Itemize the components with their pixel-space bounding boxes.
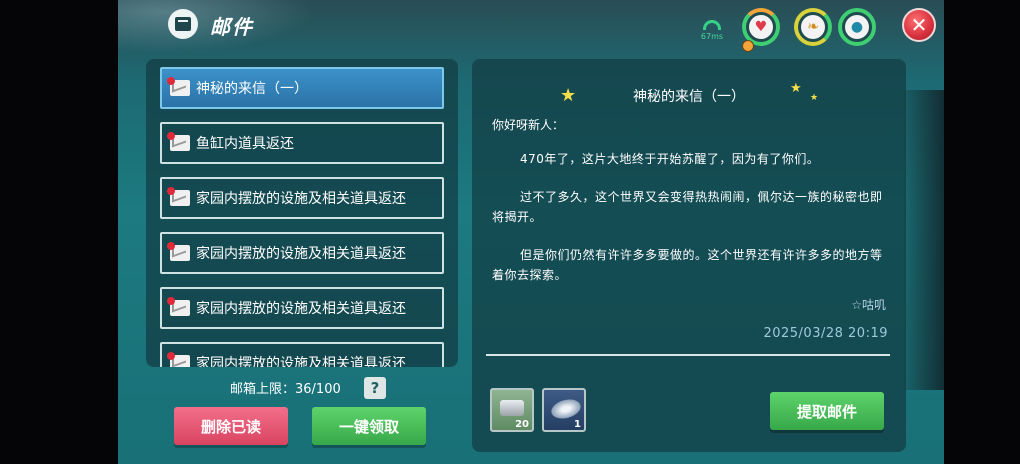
mail-item[interactable]: 家园内摆放的设施及相关道具返还 [160,177,444,219]
mail-item-label: 家园内摆放的设施及相关道具返还 [196,301,406,317]
letterbox-right [944,0,1020,464]
mail-item-label: 神秘的来信（一） [196,81,308,97]
divider [486,354,890,356]
mail-header-icon [168,9,198,39]
mail-item[interactable]: 家园内摆放的设施及相关道具返还 [160,342,444,367]
mail-timestamp: 2025/03/28 20:19 [763,326,888,341]
mail-title: 神秘的来信（一） [633,89,745,105]
wifi-icon [703,20,721,30]
mail-item[interactable]: 神秘的来信（一） [160,67,444,109]
ping-label: 67ms [700,32,724,41]
mail-paragraph: 过不了多久，这个世界又会变得热热闹闹，佩尔达一族的秘密也即将揭开。 [492,190,883,224]
mail-item[interactable]: 家园内摆放的设施及相关道具返还 [160,232,444,274]
background-scenery [904,90,944,390]
thirst-status[interactable]: ● [838,8,876,46]
attachment-item[interactable]: 1 [542,388,586,432]
status-badge [742,40,754,52]
attachment-count: 1 [574,419,581,430]
header-bar: 邮件 67ms ♥ ❧ ● ✕ [118,0,944,52]
delete-read-button[interactable]: 删除已读 [174,407,288,445]
mail-paragraph: 470年了，这片大地终于开始苏醒了，因为有了你们。 [520,152,820,166]
close-button[interactable]: ✕ [902,8,936,42]
mail-list-panel[interactable]: 神秘的来信（一） 鱼缸内道具返还 家园内摆放的设施及相关道具返还 家园内摆放的设… [146,59,458,367]
help-button[interactable]: ? [364,377,386,399]
mail-item-label: 家园内摆放的设施及相关道具返还 [196,246,406,262]
hunger-status[interactable]: ❧ [794,8,832,46]
mail-paragraph: 但是你们仍然有许许多多要做的。这个世界还有许许多多的地方等着你去探索。 [492,248,883,282]
mail-item-label: 家园内摆放的设施及相关道具返还 [196,191,406,207]
food-icon: ❧ [801,15,825,39]
envelope-icon [167,297,190,316]
envelope-icon [167,132,190,151]
claim-all-button[interactable]: 一键领取 [312,407,426,445]
heart-icon: ♥ [749,15,773,39]
disc-item-icon [549,396,583,422]
mail-item-label: 家园内摆放的设施及相关道具返还 [196,356,406,367]
envelope-icon [167,352,190,367]
mail-signature: ☆咕叽 [851,298,886,312]
mail-item[interactable]: 鱼缸内道具返还 [160,122,444,164]
envelope-icon [167,187,190,206]
claim-mail-button[interactable]: 提取邮件 [770,392,884,430]
mail-item[interactable]: 家园内摆放的设施及相关道具返还 [160,287,444,329]
letterbox-left [0,0,118,464]
network-status: 67ms [698,20,726,46]
close-icon: ✕ [910,13,928,37]
silver-ingot-icon [500,400,524,416]
page-title: 邮件 [210,15,254,39]
mail-greeting: 你好呀新人： [492,118,565,132]
mail-item-label: 鱼缸内道具返还 [196,136,294,152]
mailbox-capacity: 邮箱上限：36/100 [230,382,341,397]
envelope-icon [167,242,190,261]
envelope-icon [167,77,190,96]
attachment-item[interactable]: 20 [490,388,534,432]
water-drop-icon: ● [845,15,869,39]
attachment-count: 20 [515,419,529,430]
